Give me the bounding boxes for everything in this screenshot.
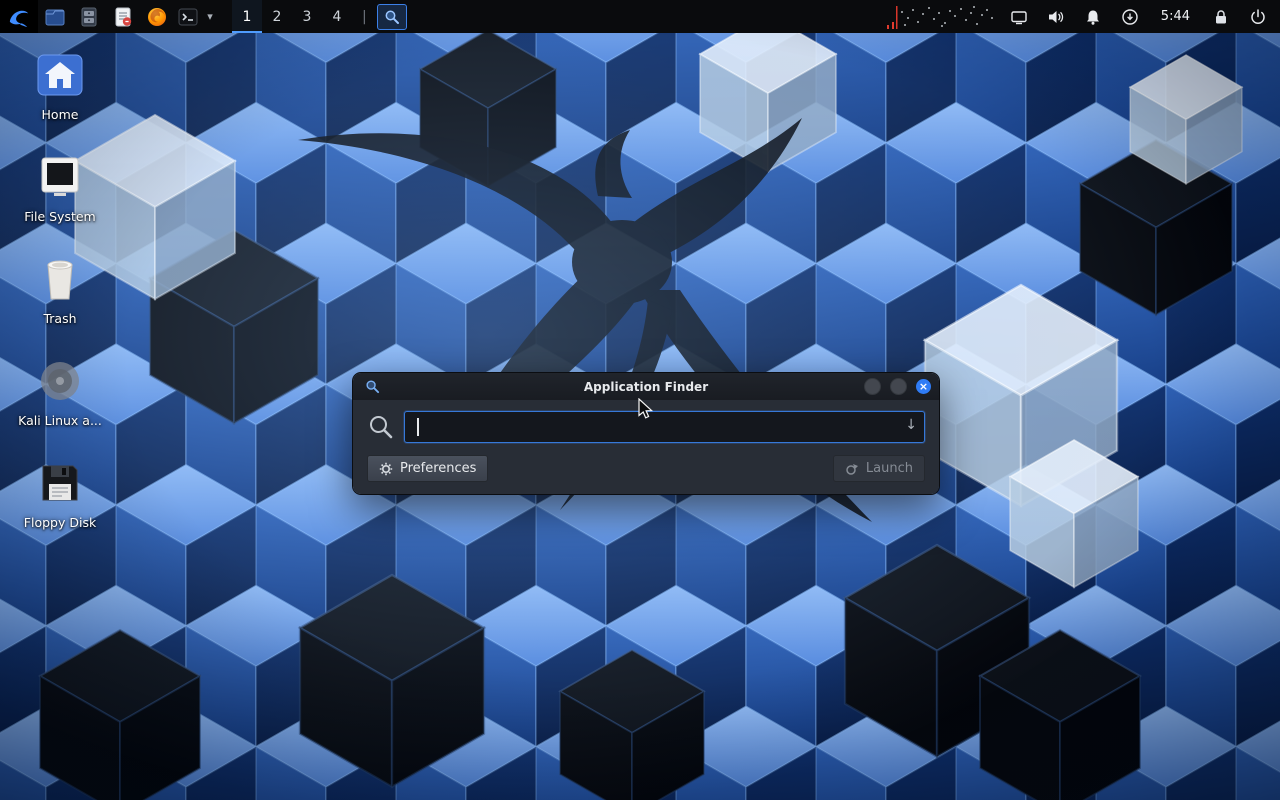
workspace-2[interactable]: 2 <box>262 0 292 33</box>
filesystem-icon <box>36 153 84 201</box>
power-tray-button[interactable] <box>1248 0 1268 33</box>
minimize-button[interactable] <box>864 378 881 395</box>
bell-icon <box>1084 8 1102 26</box>
volume-tray-button[interactable] <box>1046 0 1066 33</box>
update-icon <box>1121 8 1139 26</box>
system-tray: 5:44 <box>1009 0 1280 33</box>
trash-icon <box>36 255 84 303</box>
app-finder-window-icon <box>365 379 380 394</box>
application-finder-window: Application Finder × ↓ <box>352 372 940 495</box>
file-manager-icon <box>44 6 66 28</box>
desktop-icon-trash[interactable]: Trash <box>12 255 108 326</box>
kali-logo-icon <box>8 6 30 28</box>
launch-label: Launch <box>866 461 913 476</box>
chevron-down-icon: ▾ <box>207 10 213 23</box>
workspace-3[interactable]: 3 <box>292 0 322 33</box>
updates-tray-button[interactable] <box>1120 0 1140 33</box>
volume-icon <box>1047 8 1065 26</box>
file-manager-launcher[interactable] <box>38 0 72 33</box>
titlebar[interactable]: Application Finder × <box>353 373 939 400</box>
firefox-launcher[interactable] <box>140 0 174 33</box>
search-icon <box>367 413 395 441</box>
text-editor-icon <box>112 6 134 28</box>
firefox-icon <box>146 6 168 28</box>
display-tray-button[interactable] <box>1009 0 1029 33</box>
terminal-icon <box>177 6 199 28</box>
desktop-icon-kali-linux[interactable]: Kali Linux a... <box>12 357 108 428</box>
gear-icon <box>379 462 393 476</box>
desktop-icon-file-system[interactable]: File System <box>12 153 108 224</box>
launch-button[interactable]: Launch <box>833 455 925 482</box>
workspace-1[interactable]: 1 <box>232 0 262 33</box>
home-icon <box>36 51 84 99</box>
workspace-4[interactable]: 4 <box>322 0 352 33</box>
desktop-icon-home[interactable]: Home <box>12 51 108 122</box>
close-icon: × <box>919 381 928 392</box>
applications-menu-button[interactable] <box>0 0 38 33</box>
display-icon <box>1010 8 1028 26</box>
text-caret <box>417 418 419 436</box>
screenlock-tray-button[interactable] <box>1211 0 1231 33</box>
desktop-icon-label: Trash <box>43 311 76 326</box>
notifications-tray-button[interactable] <box>1083 0 1103 33</box>
search-field[interactable]: ↓ <box>404 411 925 443</box>
dropdown-arrow-icon[interactable]: ↓ <box>905 417 917 433</box>
terminal-launcher[interactable] <box>174 0 202 33</box>
desktop-icon-label: Home <box>42 107 79 122</box>
close-button[interactable]: × <box>916 379 931 394</box>
power-icon <box>1249 8 1267 26</box>
lock-icon <box>1212 8 1230 26</box>
mouse-cursor <box>637 398 657 420</box>
floppy-disk-icon <box>36 459 84 507</box>
search-input[interactable] <box>405 412 924 442</box>
app-finder-icon <box>384 9 400 25</box>
system-monitor-graph[interactable] <box>884 4 999 30</box>
preferences-button[interactable]: Preferences <box>367 455 488 482</box>
text-editor-launcher[interactable] <box>106 0 140 33</box>
kali-docs-icon <box>36 357 84 405</box>
desktop-icon-label: Kali Linux a... <box>18 413 102 428</box>
top-panel: ▾ 1 2 3 4 | <box>0 0 1280 33</box>
clock[interactable]: 5:44 <box>1157 9 1194 24</box>
desktop-icon-floppy-disk[interactable]: Floppy Disk <box>12 459 108 530</box>
desktop-screen: ▾ 1 2 3 4 | <box>0 0 1280 800</box>
launch-icon <box>845 462 859 476</box>
terminal-dropdown-button[interactable]: ▾ <box>202 0 218 33</box>
files-launcher[interactable] <box>72 0 106 33</box>
preferences-label: Preferences <box>400 461 476 476</box>
app-finder-button[interactable] <box>377 4 407 30</box>
window-title: Application Finder <box>361 380 931 394</box>
file-cabinet-icon <box>78 6 100 28</box>
panel-separator: | <box>362 9 367 25</box>
desktop-icon-list: Home File System Trash <box>12 51 108 561</box>
desktop-icon-label: Floppy Disk <box>24 515 96 530</box>
desktop-icon-label: File System <box>24 209 96 224</box>
maximize-button[interactable] <box>890 378 907 395</box>
workspace-switcher: 1 2 3 4 <box>232 0 352 33</box>
